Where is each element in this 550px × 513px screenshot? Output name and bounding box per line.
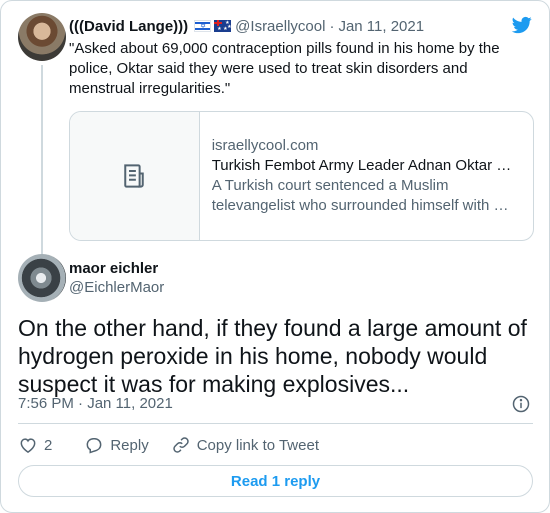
tweet-text: On the other hand, if they found a large… bbox=[18, 315, 527, 397]
link-description-line-2: televangelist who surrounded himself wit… bbox=[211, 197, 509, 214]
read-replies-button[interactable]: Read 1 reply bbox=[18, 465, 533, 497]
link-thumbnail bbox=[70, 112, 200, 240]
reply-button[interactable]: Reply bbox=[84, 435, 149, 455]
australia-flag-icon: ★ ★ ★ ★ bbox=[214, 20, 232, 32]
parent-tweet-header: (((David Lange))) ✡ ★ ★ ★ ★ @Israellycoo… bbox=[69, 15, 424, 37]
thread-connector-line bbox=[41, 65, 43, 257]
separator-dot: · bbox=[329, 17, 335, 35]
parent-tweet-text: "Asked about 69,000 contraception pills … bbox=[69, 40, 500, 97]
link-title: Turkish Fembot Army Leader Adnan Oktar … bbox=[211, 157, 512, 174]
like-button[interactable]: 2 bbox=[18, 435, 52, 455]
heart-icon bbox=[20, 438, 36, 453]
info-icon[interactable] bbox=[511, 394, 531, 414]
author-avatar[interactable] bbox=[18, 254, 66, 302]
reply-label: Reply bbox=[110, 436, 149, 454]
link-domain: israellycool.com bbox=[211, 137, 319, 154]
link-description-line-1: A Turkish court sentenced a Muslim bbox=[211, 177, 449, 194]
parent-author-handle[interactable]: @Israellycool bbox=[235, 18, 325, 35]
divider bbox=[18, 423, 533, 424]
author-handle[interactable]: @EichlerMaor bbox=[69, 278, 164, 298]
tweet-embed-card: (((David Lange))) ✡ ★ ★ ★ ★ @Israellycoo… bbox=[0, 0, 550, 513]
link-preview-body: israellycool.com Turkish Fembot Army Lea… bbox=[200, 112, 533, 240]
tweet-timestamp[interactable]: 7:56 PM · Jan 11, 2021 bbox=[18, 394, 173, 414]
parent-author-avatar[interactable] bbox=[18, 13, 66, 61]
author-name[interactable]: maor eichler bbox=[69, 259, 158, 279]
link-icon bbox=[172, 437, 189, 453]
document-icon bbox=[124, 164, 145, 188]
parent-author-name[interactable]: (((David Lange))) bbox=[69, 18, 188, 35]
link-preview-card[interactable]: israellycool.com Turkish Fembot Army Lea… bbox=[69, 111, 534, 241]
flag-emojis: ✡ ★ ★ ★ ★ bbox=[194, 20, 232, 32]
israel-flag-icon: ✡ bbox=[194, 20, 212, 32]
twitter-bird-icon[interactable] bbox=[510, 15, 534, 35]
copy-link-button[interactable]: Copy link to Tweet bbox=[171, 435, 319, 455]
parent-tweet-date[interactable]: Jan 11, 2021 bbox=[338, 18, 424, 35]
copy-link-label: Copy link to Tweet bbox=[196, 436, 319, 454]
reply-icon bbox=[86, 438, 102, 454]
tweet-actions: 2 Reply Copy link to Tweet bbox=[18, 433, 339, 457]
like-count: 2 bbox=[44, 436, 53, 454]
